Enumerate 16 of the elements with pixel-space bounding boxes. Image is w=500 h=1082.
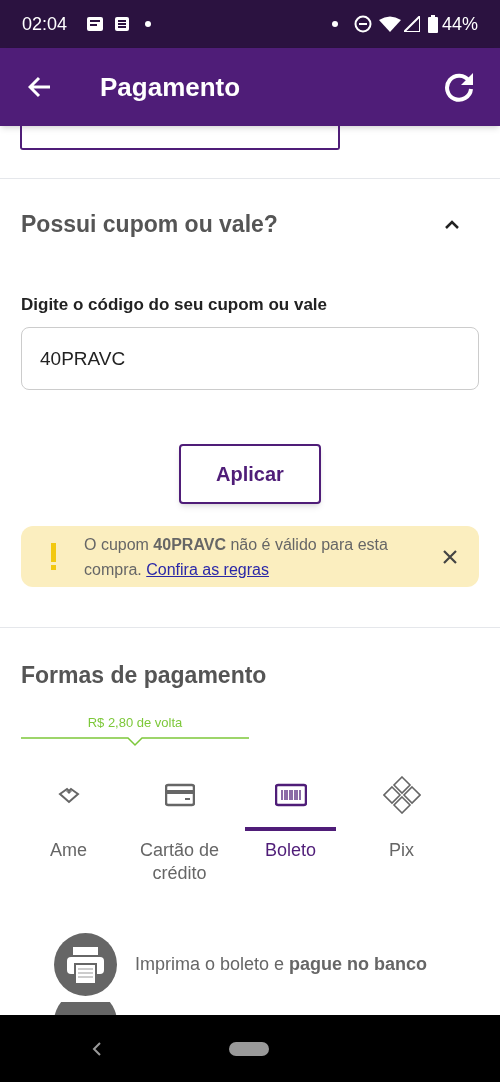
app-bar-title: Pagamento (100, 70, 241, 104)
rules-link[interactable]: Confira as regras (146, 560, 269, 578)
coupon-field[interactable]: 40PRAVC (21, 327, 479, 390)
payment-tab[interactable]: Cartão de crédito (134, 775, 225, 885)
alert-message: O cupom 40PRAVC não é válido para esta compra. Confira as regras (84, 534, 389, 580)
apply-button[interactable]: Aplicar (179, 444, 321, 504)
cashback-label: R$ 2,80 de volta (87, 713, 183, 732)
battery-level: 44% (441, 12, 478, 36)
section-title: Possui cupom ou vale? (21, 210, 278, 239)
payment-tab[interactable]: Boleto (245, 775, 336, 885)
status-time: 02:04 (22, 12, 68, 36)
payment-tab[interactable]: Ame (23, 775, 114, 885)
field-label: Digite o código do seu cupom ou vale (21, 293, 329, 316)
payment-tab[interactable]: Pix (356, 775, 447, 885)
section-title: Formas de pagamento (21, 661, 268, 690)
step-text: Imprima o boleto e pague no banco (135, 953, 428, 976)
